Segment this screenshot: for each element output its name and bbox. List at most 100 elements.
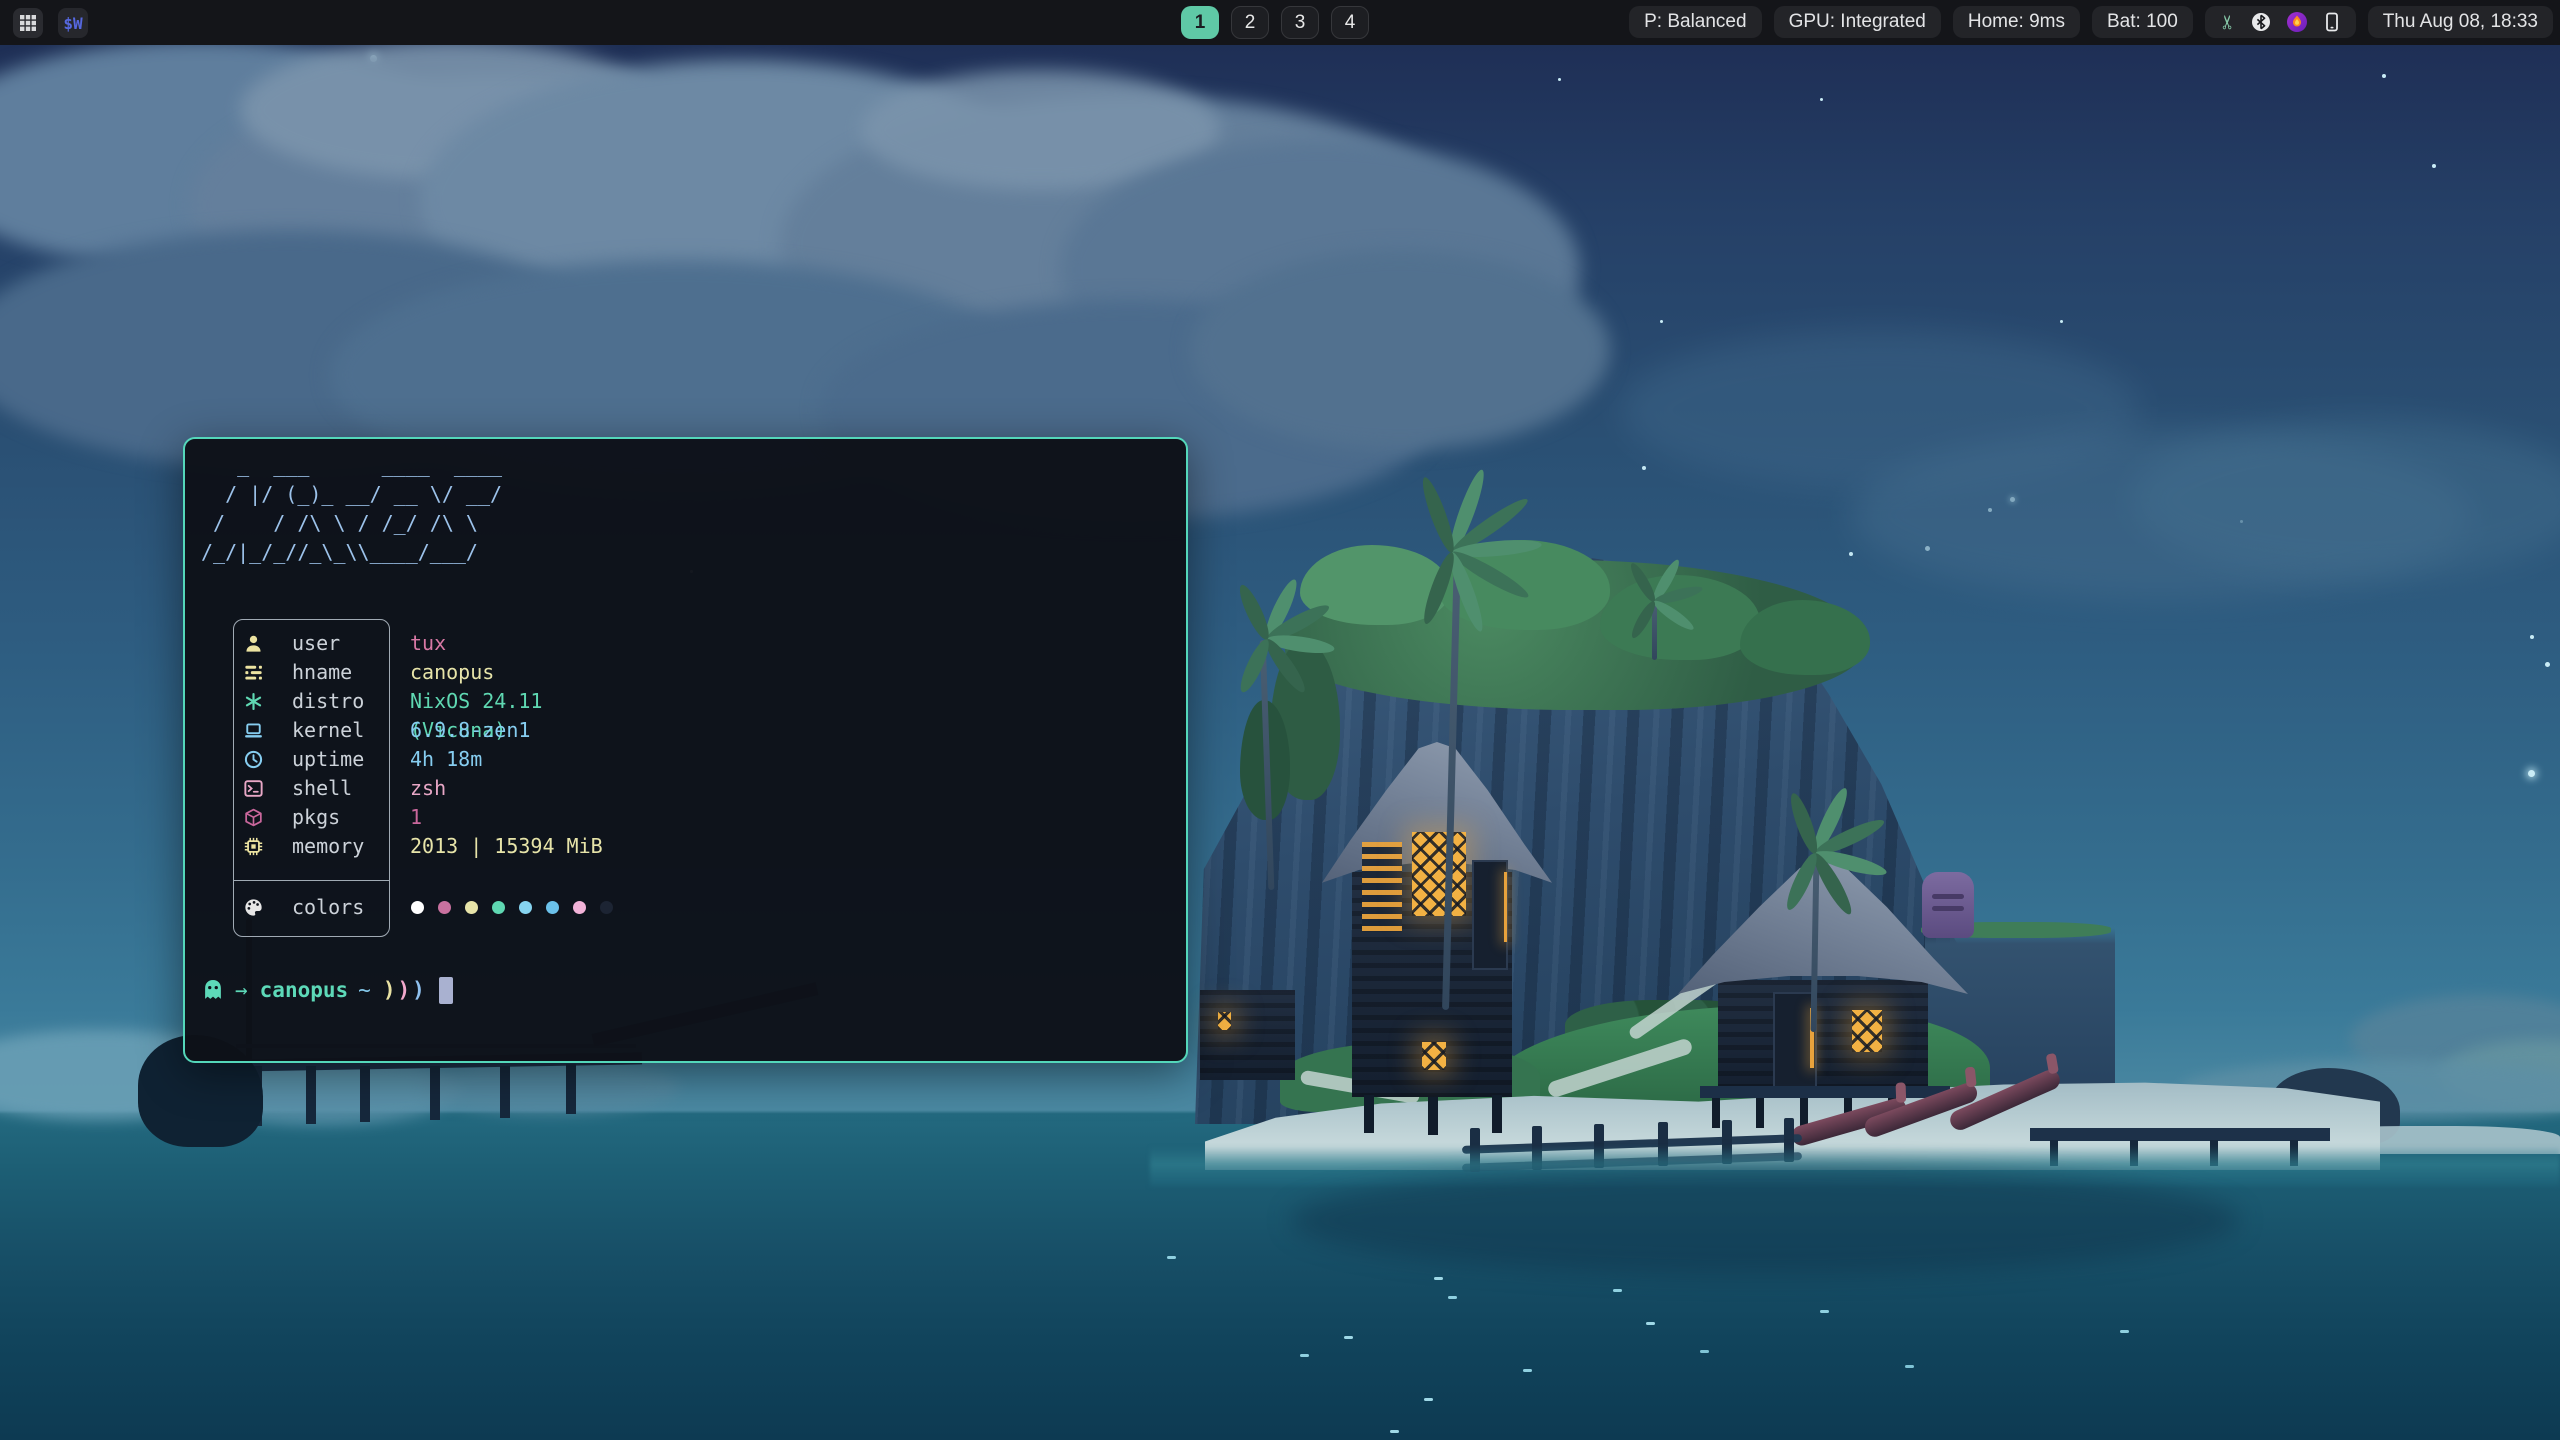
star	[1558, 78, 1561, 81]
palette-icon	[241, 895, 265, 919]
info-label: uptime	[292, 745, 364, 774]
prompt-chevron: )	[397, 978, 410, 1002]
info-label: shell	[292, 774, 352, 803]
flame-icon[interactable]	[2286, 11, 2308, 33]
color-swatch	[546, 901, 559, 914]
workspace-button-2[interactable]: 2	[1231, 6, 1269, 39]
pier-post	[360, 1066, 370, 1122]
hut-stilt	[1364, 1095, 1374, 1133]
star	[1820, 98, 1823, 101]
prompt-host: canopus	[260, 978, 349, 1002]
hut-window	[1852, 1010, 1882, 1052]
hut-door	[1472, 860, 1508, 970]
info-label: pkgs	[292, 803, 340, 832]
star	[2060, 320, 2063, 323]
prompt-chevron: )	[412, 978, 425, 1002]
status-area: P: Balanced GPU: Integrated Home: 9ms Ba…	[1629, 6, 2553, 38]
info-value: 1	[410, 803, 422, 832]
star	[1849, 552, 1853, 556]
info-label: memory	[292, 832, 364, 861]
info-value: zsh	[410, 774, 446, 803]
star	[1660, 320, 1663, 323]
star	[2528, 770, 2535, 777]
apps-grid-icon	[19, 14, 37, 32]
uptime-clock-icon	[241, 747, 265, 771]
app-launcher-button[interactable]	[13, 8, 43, 38]
battery-pill[interactable]: Bat: 100	[2092, 6, 2193, 38]
top-bar: $W 1 2 3 4 P: Balanced GPU: Integrated H…	[0, 0, 2560, 45]
info-value: canopus	[410, 658, 494, 687]
color-swatch	[573, 901, 586, 914]
info-label: kernel	[292, 716, 364, 745]
small-hut	[1200, 990, 1295, 1080]
star	[2382, 74, 2386, 78]
info-row-memory: memory 2013 | 15394 MiB	[185, 832, 645, 861]
horizon-cloud	[420, 1060, 680, 1115]
terminal-window[interactable]: _ ___ ____ ____ / |/ (_)_ __/ __ \/ __/ …	[183, 437, 1188, 1063]
distro-icon	[241, 689, 265, 713]
pier-post	[306, 1066, 316, 1124]
hut-body	[1718, 980, 1928, 1092]
hut-stilt	[1428, 1097, 1438, 1135]
info-box-divider	[234, 880, 389, 881]
power-profile-pill[interactable]: P: Balanced	[1629, 6, 1761, 38]
info-label: colors	[292, 893, 364, 922]
star	[1642, 466, 1646, 470]
walkway	[2030, 1128, 2330, 1141]
pier-post	[430, 1066, 440, 1120]
star	[2432, 164, 2436, 168]
terminal-color-swatches	[411, 901, 613, 914]
tiki-statue	[1922, 872, 1974, 938]
info-row-user: user tux	[185, 629, 645, 658]
pier-post	[566, 1064, 576, 1114]
workspace-button-1[interactable]: 1	[1181, 6, 1219, 39]
wallet-logo-button[interactable]: $W	[58, 8, 88, 38]
bluetooth-icon[interactable]	[2251, 12, 2271, 32]
info-label: distro	[292, 687, 364, 716]
ping-pill[interactable]: Home: 9ms	[1953, 6, 2080, 38]
clock-pill[interactable]: Thu Aug 08, 18:33	[2368, 6, 2553, 38]
prompt-path: ~	[358, 978, 371, 1002]
workspace-switcher: 1 2 3 4	[1181, 6, 1369, 39]
memory-chip-icon	[241, 834, 265, 858]
info-row-shell: shell zsh	[185, 774, 645, 803]
phone-icon[interactable]	[2323, 12, 2341, 32]
small-hut-window	[1218, 1012, 1231, 1030]
workspace-button-3[interactable]: 3	[1281, 6, 1319, 39]
user-icon	[241, 631, 265, 655]
color-swatch	[519, 901, 532, 914]
star	[2545, 662, 2550, 667]
text-cursor[interactable]	[439, 977, 453, 1004]
info-label: hname	[292, 658, 352, 687]
color-swatch	[411, 901, 424, 914]
ghost-icon	[201, 978, 225, 1002]
hut-window	[1422, 1042, 1446, 1070]
system-tray: ✂	[2205, 6, 2356, 38]
gpu-pill[interactable]: GPU: Integrated	[1774, 6, 1941, 38]
info-value: 6.9.8-zen1	[410, 716, 530, 745]
shell-terminal-icon	[241, 776, 265, 800]
scissors-icon[interactable]: ✂	[2217, 14, 2239, 30]
hut-deck	[1700, 1086, 1950, 1098]
packages-cube-icon	[241, 805, 265, 829]
info-row-kernel: kernel 6.9.8-zen1	[185, 716, 645, 745]
shell-prompt[interactable]: → canopus ~ ) ) )	[201, 974, 453, 1006]
hut-stilt	[1712, 1098, 1720, 1128]
logo-text: $W	[63, 14, 82, 33]
info-value: tux	[410, 629, 446, 658]
nixos-ascii-logo: _ ___ ____ ____ / |/ (_)_ __/ __ \/ __/ …	[201, 451, 502, 567]
hut-window-slats	[1362, 842, 1402, 932]
color-swatch	[438, 901, 451, 914]
prompt-chevron: )	[383, 978, 396, 1002]
prompt-arrow: →	[235, 978, 248, 1002]
info-row-colors: colors	[185, 893, 645, 922]
water-reflection	[1290, 1165, 2240, 1275]
pier-post	[500, 1066, 510, 1118]
info-row-uptime: uptime 4h 18m	[185, 745, 645, 774]
star	[2530, 635, 2534, 639]
hut-light	[1504, 872, 1507, 942]
info-value: 2013 | 15394 MiB	[410, 832, 603, 861]
hut-stilt	[1492, 1095, 1502, 1133]
info-value: 4h 18m	[410, 745, 482, 774]
workspace-button-4[interactable]: 4	[1331, 6, 1369, 39]
